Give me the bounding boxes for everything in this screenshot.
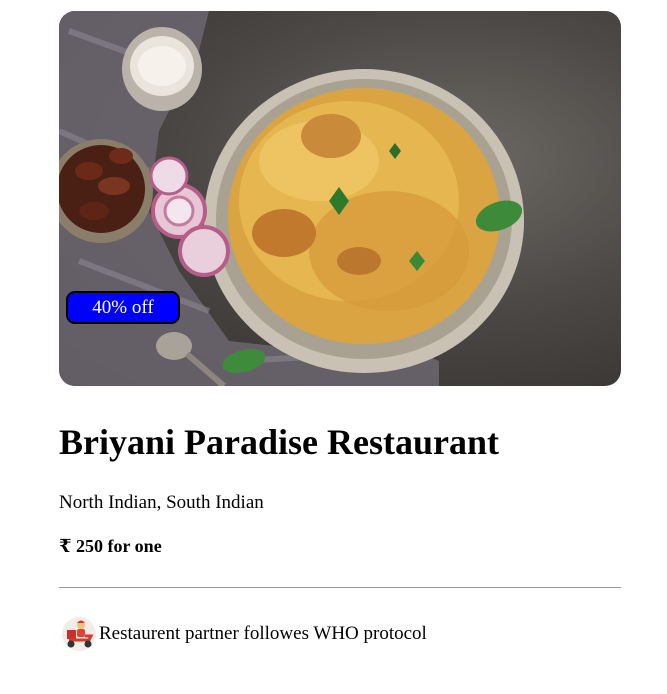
cuisine-list: North Indian, South Indian [59,492,264,513]
restaurant-name[interactable]: Briyani Paradise Restaurant [59,421,499,463]
discount-badge: 40% off [66,291,180,324]
safety-protocol-row: Restaurent partner followes WHO protocol [61,616,427,652]
price-for-one: ₹ 250 for one [59,536,162,556]
safety-protocol-text: Restaurent partner followes WHO protocol [99,623,427,644]
restaurant-image[interactable]: 40% off [59,11,621,386]
divider [59,587,621,588]
delivery-scooter-icon [62,617,96,651]
restaurant-card[interactable]: 40% off Briyani Paradise Restaurant Nort… [59,11,621,651]
biryani-photo-illustration [59,11,524,386]
